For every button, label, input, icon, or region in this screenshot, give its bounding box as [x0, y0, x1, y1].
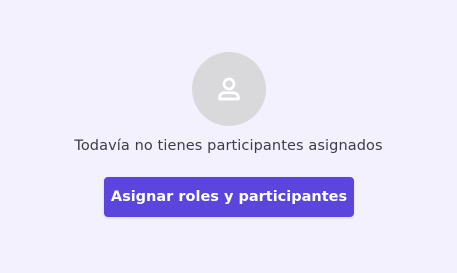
- empty-state-panel: Todavía no tienes participantes asignado…: [0, 0, 457, 273]
- assign-roles-button[interactable]: Asignar roles y participantes: [104, 177, 354, 217]
- avatar-placeholder: [192, 52, 266, 126]
- empty-state-message: Todavía no tienes participantes asignado…: [74, 138, 383, 154]
- user-icon: [214, 74, 244, 104]
